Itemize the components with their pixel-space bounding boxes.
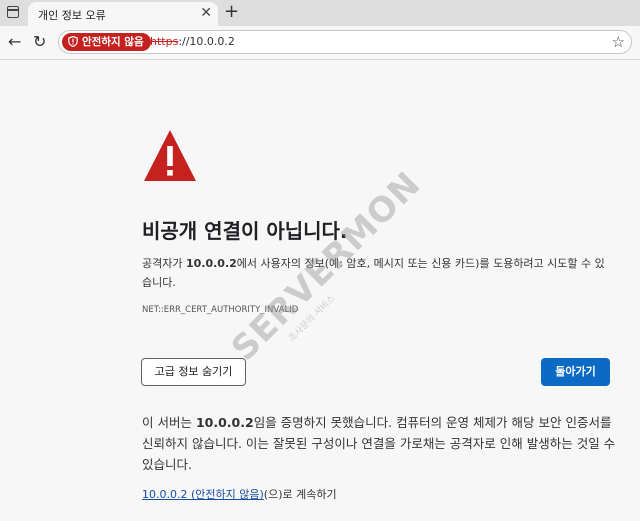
advanced-details: 이 서버는 10.0.0.2임을 증명하지 못했습니다. 컴퓨터의 운영 체제가… [142,412,617,475]
tab-title: 개인 정보 오류 [38,9,106,22]
favorite-star-icon[interactable]: ☆ [612,33,625,51]
proceed-line: 10.0.0.2 (안전하지 않음)(으)로 계속하기 [142,486,337,502]
proceed-suffix: (으)로 계속하기 [263,488,337,501]
shield-warning-icon [68,36,78,47]
url-scheme: https [150,35,179,48]
warning-triangle-icon [144,130,196,181]
new-tab-icon[interactable]: + [224,2,239,22]
detail-prefix: 이 서버는 [142,415,196,430]
error-code: NET::ERR_CERT_AUTHORITY_INVALID [142,305,299,315]
window-menu-icon[interactable] [7,6,19,18]
url-host: ://10.0.0.2 [178,35,235,48]
not-secure-badge[interactable]: 안전하지 않음 [62,33,151,51]
detail-host: 10.0.0.2 [195,415,254,430]
tab-active[interactable]: 개인 정보 오류 ✕ [28,2,218,26]
hide-advanced-button[interactable]: 고급 정보 숨기기 [141,358,246,386]
url-text: https://10.0.0.2 [150,35,235,48]
go-back-button[interactable]: 돌아가기 [541,358,610,386]
tab-strip: 개인 정보 오류 ✕ + [0,0,640,26]
address-bar[interactable]: 안전하지 않음 https://10.0.0.2 ☆ [58,30,632,54]
watermark-subtext: 조사문의 서비스 [287,293,338,344]
page-title: 비공개 연결이 아닙니다. [142,219,348,243]
back-arrow-icon[interactable]: ← [8,32,21,52]
desc-prefix: 공격자가 [142,257,186,270]
reload-icon[interactable]: ↻ [33,32,46,52]
not-secure-label: 안전하지 않음 [82,36,144,48]
desc-host: 10.0.0.2 [185,257,237,270]
proceed-unsafe-link[interactable]: 10.0.0.2 (안전하지 않음) [142,488,264,501]
tab-close-icon[interactable]: ✕ [200,5,212,21]
browser-toolbar: ← ↻ 안전하지 않음 https://10.0.0.2 ☆ [0,26,640,60]
warning-description: 공격자가 10.0.0.2에서 사용자의 정보(예: 암호, 메시지 또는 신용… [142,254,612,292]
